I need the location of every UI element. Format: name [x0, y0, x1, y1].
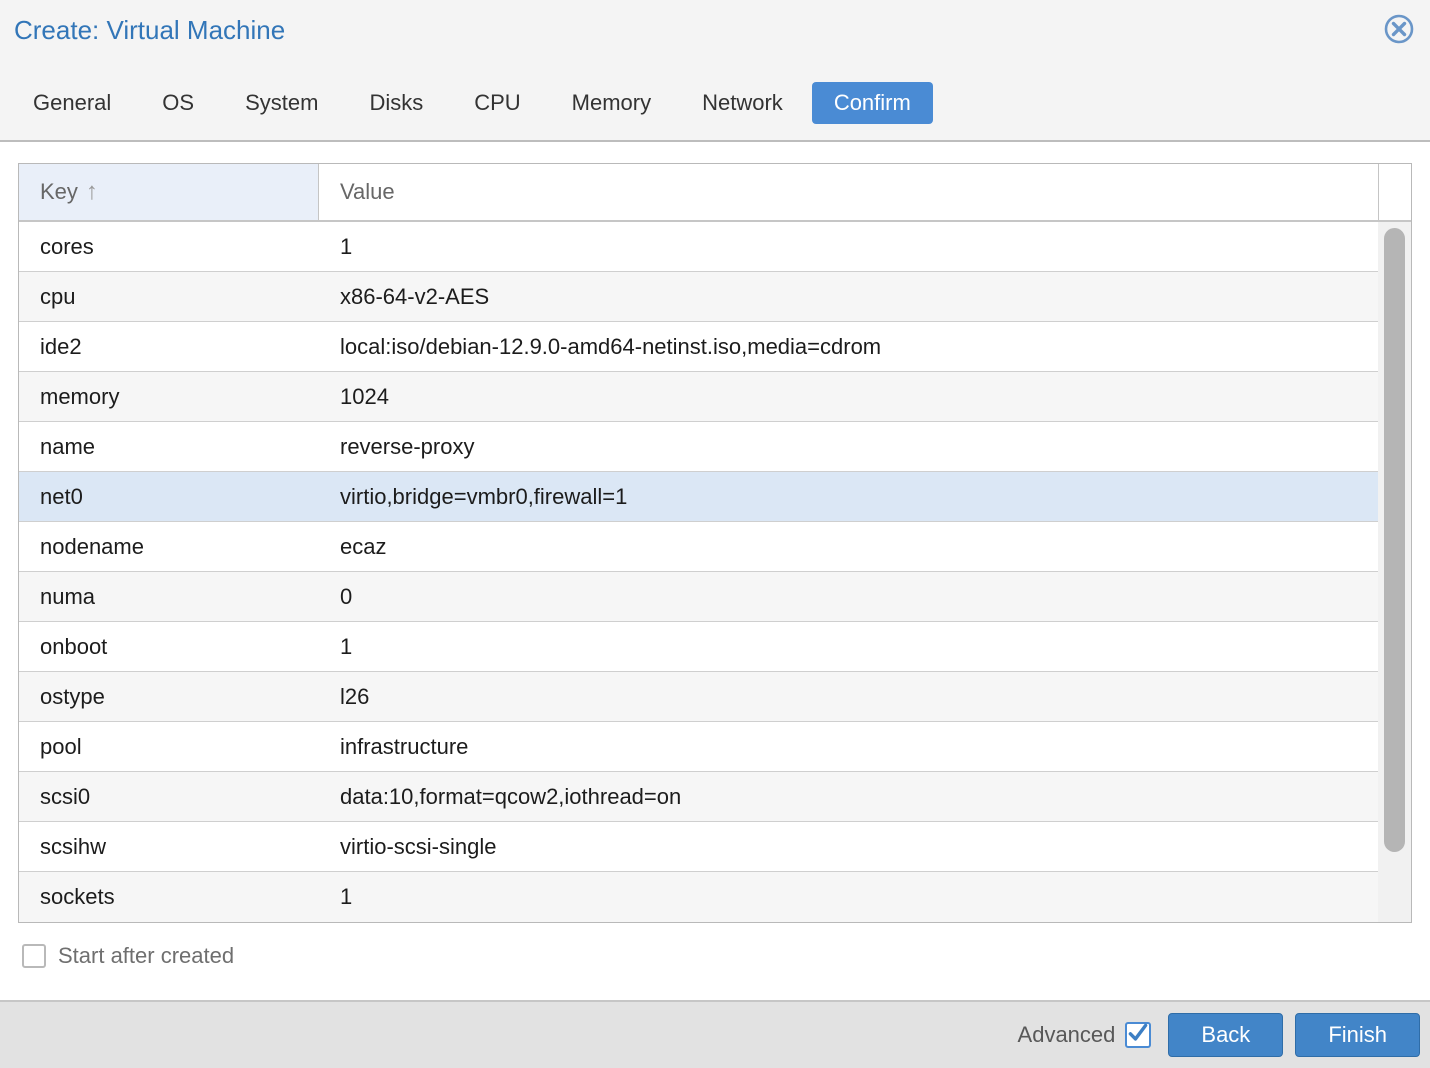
row-key-cell: memory — [40, 383, 120, 409]
summary-grid: Key ↑ Value cores 1 cpu x86-64-v2-AES id… — [18, 163, 1412, 923]
row-key-cell: scsihw — [40, 833, 107, 859]
table-row[interactable]: ostype l26 — [19, 672, 1378, 722]
row-key-cell: nodename — [40, 533, 144, 559]
row-value-cell: infrastructure — [340, 733, 469, 759]
close-icon — [1382, 12, 1416, 51]
tab-system[interactable]: System — [223, 82, 340, 124]
finish-button[interactable]: Finish — [1295, 1013, 1420, 1057]
row-value-cell: virtio,bridge=vmbr0,firewall=1 — [340, 483, 628, 509]
row-key-cell: ide2 — [40, 333, 82, 359]
column-header-key[interactable]: Key ↑ — [19, 164, 319, 220]
tab-cpu[interactable]: CPU — [452, 82, 542, 124]
table-row[interactable]: ide2 local:iso/debian-12.9.0-amd64-netin… — [19, 322, 1378, 372]
row-value-cell: reverse-proxy — [340, 433, 475, 459]
row-key-cell: cpu — [40, 283, 76, 309]
column-header-value[interactable]: Value — [319, 164, 1378, 220]
column-header-value-label: Value — [340, 179, 395, 204]
back-button[interactable]: Back — [1168, 1013, 1284, 1057]
row-value-cell: x86-64-v2-AES — [340, 283, 490, 309]
table-row[interactable]: nodename ecaz — [19, 522, 1378, 572]
row-key-cell: ostype — [40, 683, 105, 709]
scrollbar-thumb[interactable] — [1384, 228, 1405, 852]
row-key-cell: scsi0 — [40, 783, 91, 809]
dialog-footer: Advanced Back Finish — [0, 1000, 1430, 1068]
checkmark-icon — [1127, 1022, 1149, 1049]
tab-os[interactable]: OS — [140, 82, 216, 124]
grid-header: Key ↑ Value — [19, 164, 1411, 222]
row-value-cell: 1024 — [340, 383, 389, 409]
grid-body: cores 1 cpu x86-64-v2-AES ide2 local:iso… — [19, 222, 1411, 922]
close-button[interactable] — [1382, 14, 1416, 48]
column-header-key-label: Key — [40, 179, 78, 204]
sort-ascending-icon: ↑ — [85, 178, 98, 205]
row-value-cell: 1 — [340, 884, 353, 909]
dialog-title: Create: Virtual Machine — [14, 15, 286, 45]
table-row[interactable]: numa 0 — [19, 572, 1378, 622]
row-value-cell: local:iso/debian-12.9.0-amd64-netinst.is… — [340, 333, 882, 359]
table-row[interactable]: pool infrastructure — [19, 722, 1378, 772]
tab-bar: General OS System Disks CPU Memory Netwo… — [11, 82, 1416, 124]
row-key-cell: sockets — [40, 884, 115, 909]
row-value-cell: 0 — [340, 583, 353, 609]
row-value-cell: l26 — [340, 683, 370, 709]
tab-confirm[interactable]: Confirm — [811, 82, 933, 124]
tab-network[interactable]: Network — [680, 82, 805, 124]
row-key-cell: net0 — [40, 483, 83, 509]
table-row[interactable]: name reverse-proxy — [19, 422, 1378, 472]
row-key-cell: numa — [40, 583, 96, 609]
start-after-created-field[interactable]: Start after created — [22, 943, 1430, 969]
table-row[interactable]: cores 1 — [19, 222, 1378, 272]
scrollbar-header-spacer — [1378, 164, 1411, 220]
confirm-panel: Key ↑ Value cores 1 cpu x86-64-v2-AES id… — [0, 142, 1430, 1068]
dialog-header: Create: Virtual Machine General OS Syste… — [0, 0, 1430, 142]
advanced-checkbox[interactable] — [1125, 1022, 1152, 1049]
advanced-label: Advanced — [1017, 1022, 1116, 1047]
tab-memory[interactable]: Memory — [550, 82, 673, 124]
table-row[interactable]: cpu x86-64-v2-AES — [19, 272, 1378, 322]
table-row[interactable]: scsi0 data:10,format=qcow2,iothread=on — [19, 772, 1378, 822]
create-vm-dialog: Create: Virtual Machine General OS Syste… — [0, 0, 1430, 1068]
table-row[interactable]: scsihw virtio-scsi-single — [19, 822, 1378, 872]
row-value-cell: 1 — [340, 633, 353, 659]
row-value-cell: ecaz — [340, 533, 387, 559]
row-value-cell: virtio-scsi-single — [340, 833, 497, 859]
start-after-created-checkbox[interactable] — [22, 944, 46, 968]
row-key-cell: name — [40, 433, 96, 459]
row-value-cell: 1 — [340, 233, 353, 259]
table-row-selected[interactable]: net0 virtio,bridge=vmbr0,firewall=1 — [19, 472, 1378, 522]
row-key-cell: pool — [40, 733, 82, 759]
grid-rows: cores 1 cpu x86-64-v2-AES ide2 local:iso… — [19, 222, 1378, 922]
tab-general[interactable]: General — [11, 82, 133, 124]
table-row[interactable]: memory 1024 — [19, 372, 1378, 422]
table-row[interactable]: onboot 1 — [19, 622, 1378, 672]
vertical-scrollbar[interactable] — [1378, 222, 1411, 922]
row-key-cell: onboot — [40, 633, 108, 659]
tab-disks[interactable]: Disks — [347, 82, 445, 124]
table-row[interactable]: sockets 1 — [19, 872, 1378, 922]
row-value-cell: data:10,format=qcow2,iothread=on — [340, 783, 682, 809]
row-key-cell: cores — [40, 233, 94, 259]
start-after-created-label: Start after created — [58, 943, 235, 968]
